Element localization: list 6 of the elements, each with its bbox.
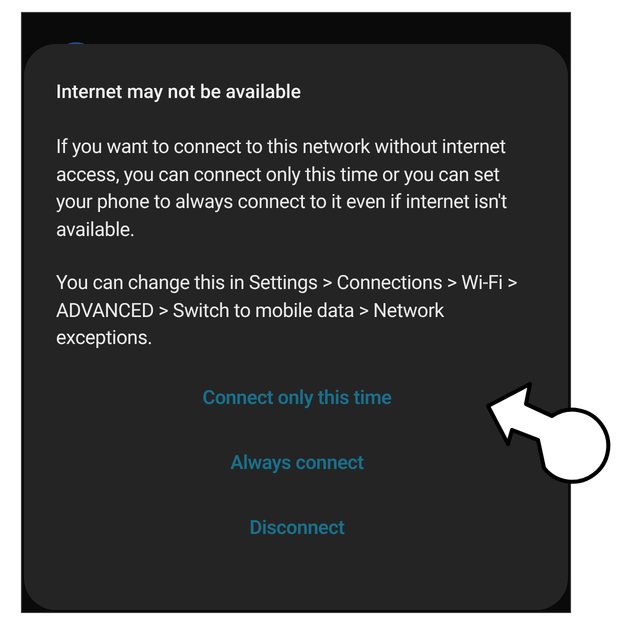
dialog-option-button[interactable]: Disconnect	[238, 510, 356, 544]
dialog-option-button[interactable]: Always connect	[218, 444, 376, 480]
dialog-title: Internet may not be available	[56, 80, 302, 103]
dialog-message: If you want to connect to this network without internet access, you can connect only this time or you can set your phone to always connect to it even if internet isn't available.	[56, 134, 508, 242]
dialog-message: You can change this in Settings > Connections > Wi-Fi > ADVANCED > Switch to mobile data > Network exceptions.	[56, 270, 518, 351]
dialog-option-button[interactable]: Connect only this time	[190, 380, 404, 414]
